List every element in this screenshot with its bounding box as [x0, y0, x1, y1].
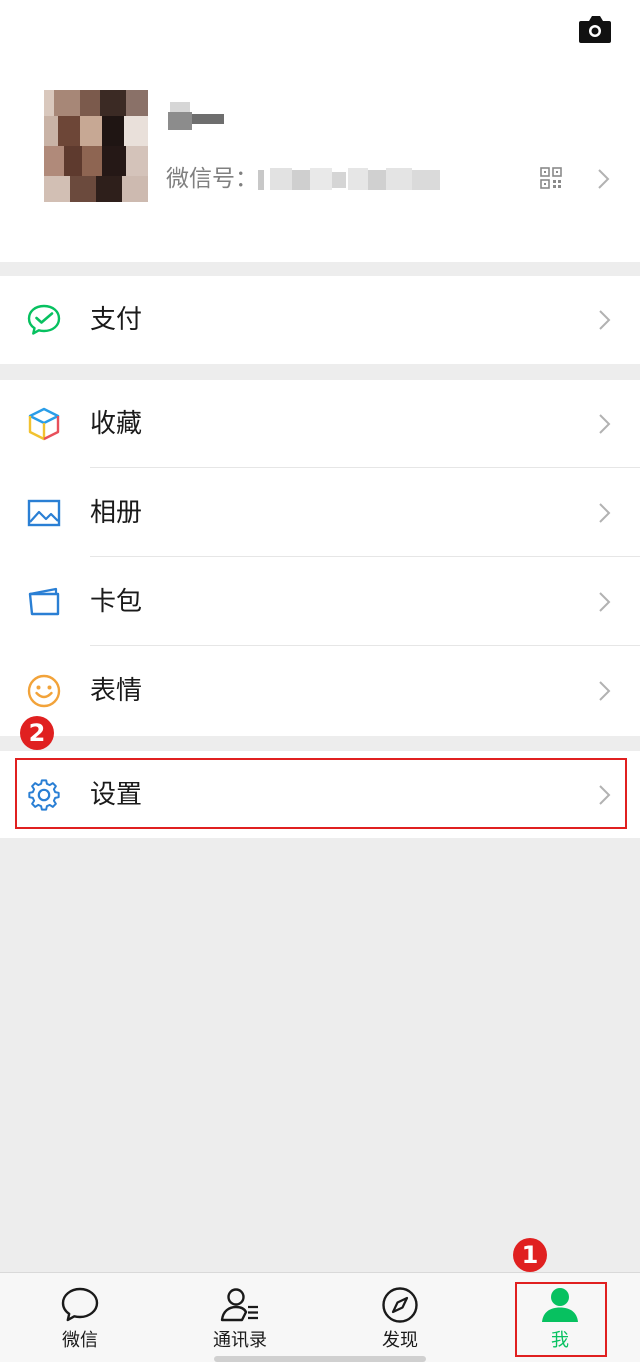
menu-item-label: 表情 — [90, 676, 143, 706]
chevron-right-icon — [599, 592, 611, 612]
menu-item-album[interactable]: 相册 — [0, 469, 640, 557]
divider — [90, 556, 640, 557]
tab-me[interactable]: 我 — [480, 1273, 640, 1362]
compass-icon — [382, 1287, 418, 1323]
tab-label: 微信 — [62, 1330, 98, 1351]
wechat-id-label: 微信号： — [166, 166, 258, 192]
menu-item-label: 相册 — [90, 498, 143, 528]
settings-section: 设置 — [0, 751, 640, 838]
menu-item-label: 设置 — [90, 780, 143, 810]
image-icon — [27, 499, 61, 527]
menu-item-favorites[interactable]: 收藏 — [0, 380, 640, 468]
bottom-tab-bar: 微信 通讯录 发现 我 — [0, 1272, 640, 1362]
tab-label: 我 — [551, 1330, 569, 1351]
nickname-blurred — [168, 102, 224, 130]
divider — [90, 645, 640, 646]
smiley-icon — [27, 674, 61, 708]
tab-label: 通讯录 — [213, 1330, 267, 1351]
step-1-badge: 1 — [513, 1238, 547, 1272]
tab-contacts[interactable]: 通讯录 — [160, 1273, 320, 1362]
camera-icon[interactable] — [578, 14, 612, 44]
menu-item-cards[interactable]: 卡包 — [0, 558, 640, 646]
pay-section: 支付 — [0, 276, 640, 364]
profile-header[interactable]: 微信号： — [0, 0, 640, 262]
menu-item-stickers[interactable]: 表情 — [0, 647, 640, 735]
divider — [90, 467, 640, 468]
tab-label: 发现 — [382, 1330, 418, 1351]
qr-code-icon[interactable] — [540, 167, 562, 189]
wechat-id-blurred — [258, 168, 440, 190]
menu-item-settings[interactable]: 设置 — [0, 751, 640, 839]
chevron-right-icon — [599, 503, 611, 523]
chevron-right-icon — [599, 310, 611, 330]
menu-item-pay[interactable]: 支付 — [0, 276, 640, 364]
menu-item-label: 收藏 — [90, 409, 143, 439]
contacts-icon — [220, 1288, 258, 1322]
person-icon — [542, 1288, 578, 1322]
wallet-icon — [28, 587, 60, 616]
menu-item-label: 支付 — [90, 305, 143, 335]
features-section: 收藏 相册 卡包 表情 — [0, 380, 640, 736]
chat-bubble-icon — [61, 1287, 99, 1322]
tab-discover[interactable]: 发现 — [320, 1273, 480, 1362]
cube-icon — [28, 407, 60, 441]
home-indicator — [214, 1356, 426, 1362]
gear-icon — [28, 779, 60, 811]
pay-icon — [27, 304, 61, 335]
menu-item-label: 卡包 — [90, 587, 143, 617]
avatar[interactable] — [44, 90, 148, 202]
chevron-right-icon — [599, 681, 611, 701]
chevron-right-icon — [599, 785, 611, 805]
tab-chats[interactable]: 微信 — [0, 1273, 160, 1362]
chevron-right-icon — [599, 414, 611, 434]
chevron-right-icon — [598, 169, 610, 189]
step-2-badge: 2 — [20, 716, 54, 750]
